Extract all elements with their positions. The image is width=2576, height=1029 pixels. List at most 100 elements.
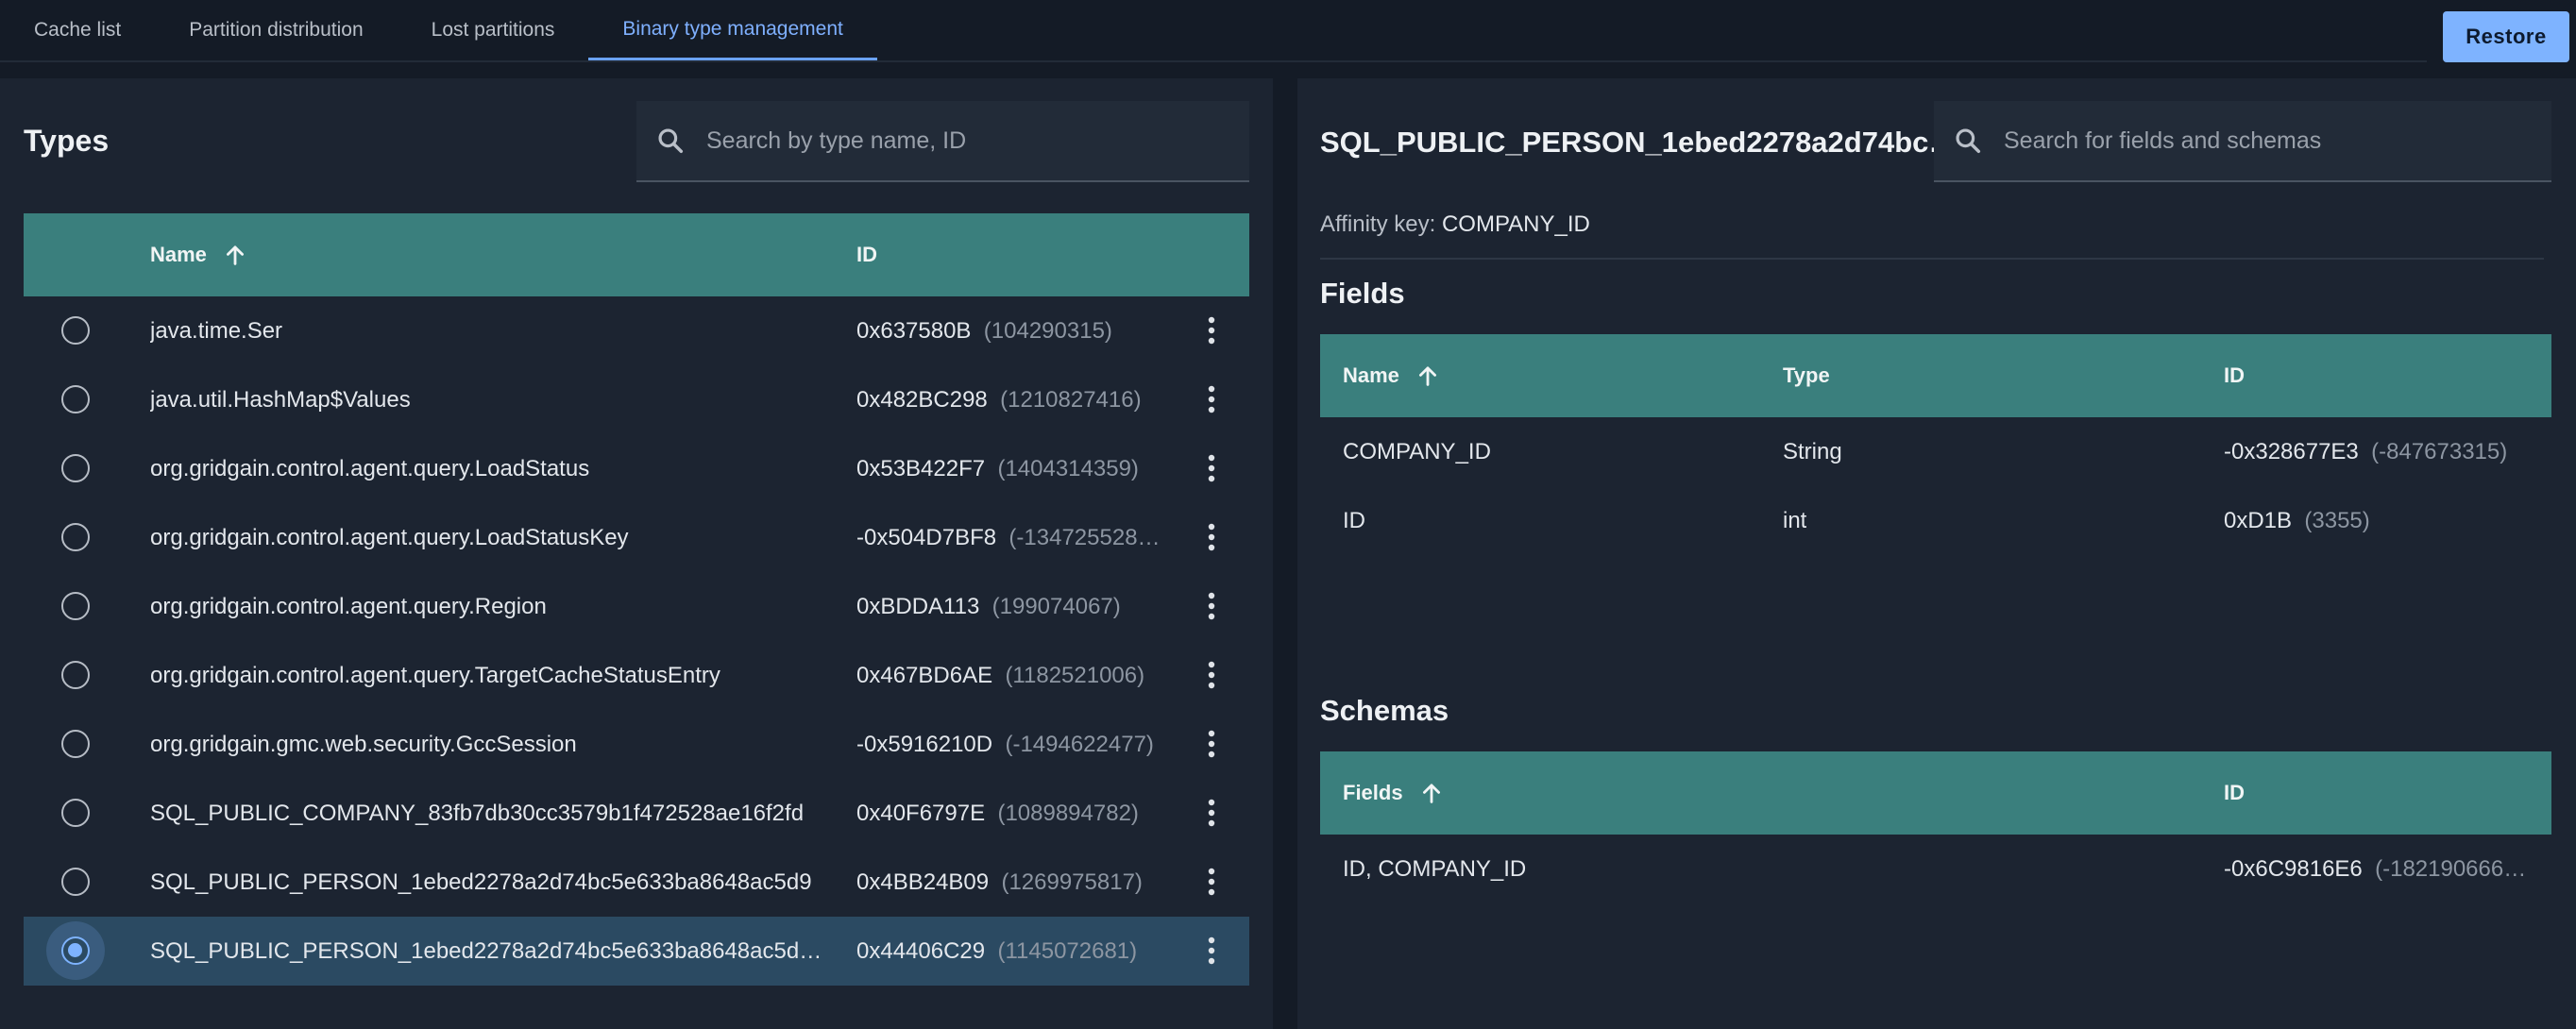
type-select-radio[interactable] <box>61 454 90 482</box>
field-type: String <box>1783 438 1842 464</box>
column-header-id[interactable]: ID <box>856 243 877 267</box>
type-detail-title: SQL_PUBLIC_PERSON_1ebed2278a2d74bc… <box>1320 126 1958 159</box>
column-header-name[interactable]: Name <box>150 242 248 268</box>
type-select-radio[interactable] <box>61 661 90 689</box>
field-row: COMPANY_ID String -0x328677E3 (-84767331… <box>1320 417 2551 486</box>
divider <box>1320 258 2544 260</box>
type-row[interactable]: java.time.Ser 0x637580B (104290315) <box>24 296 1249 365</box>
more-vertical-icon <box>1208 868 1215 896</box>
type-row[interactable]: org.gridgain.control.agent.query.LoadSta… <box>24 503 1249 572</box>
type-name: org.gridgain.control.agent.query.LoadSta… <box>150 524 629 550</box>
type-name: SQL_PUBLIC_PERSON_1ebed2278a2d74bc5e633b… <box>150 937 822 964</box>
field-id: 0xD1B (3355) <box>2224 507 2370 533</box>
field-type: int <box>1783 507 1807 533</box>
type-select-radio[interactable] <box>61 316 90 345</box>
search-icon <box>1956 128 1981 154</box>
type-id: 0x40F6797E (1089894782) <box>856 800 1139 826</box>
field-id: -0x328677E3 (-847673315) <box>2224 438 2508 464</box>
sort-ascending-icon <box>1422 784 1440 803</box>
type-select-radio[interactable] <box>61 868 90 896</box>
schema-fields: ID, COMPANY_ID <box>1343 855 1527 882</box>
row-actions-button[interactable] <box>1197 380 1226 418</box>
types-panel: Types Name ID java.time.Ser 0x637580B (10… <box>0 78 1273 1029</box>
fields-section-title: Fields <box>1320 277 1405 310</box>
type-id: 0x4BB24B09 (1269975817) <box>856 869 1143 895</box>
restore-button[interactable]: Restore <box>2443 11 2569 62</box>
row-actions-button[interactable] <box>1197 932 1226 970</box>
tab-cache-list[interactable]: Cache list <box>0 0 155 60</box>
type-search-input[interactable] <box>706 127 1249 155</box>
type-id: 0x53B422F7 (1404314359) <box>856 455 1139 481</box>
type-select-radio[interactable] <box>61 799 90 827</box>
type-id: 0x637580B (104290315) <box>856 317 1112 344</box>
type-id: 0x44406C29 (1145072681) <box>856 937 1138 964</box>
row-actions-button[interactable] <box>1197 312 1226 349</box>
more-vertical-icon <box>1208 454 1215 482</box>
tab-partition-distribution[interactable]: Partition distribution <box>155 0 397 60</box>
type-row[interactable]: java.util.HashMap$Values 0x482BC298 (1210… <box>24 365 1249 434</box>
type-row[interactable]: SQL_PUBLIC_PERSON_1ebed2278a2d74bc5e633b… <box>24 848 1249 917</box>
type-id: 0xBDDA113 (199074067) <box>856 593 1121 619</box>
type-select-radio[interactable] <box>61 730 90 758</box>
search-icon <box>658 128 684 154</box>
type-select-radio[interactable] <box>61 592 90 620</box>
field-name: ID <box>1343 507 1365 533</box>
affinity-key: Affinity key: COMPANY_ID <box>1320 211 1590 238</box>
types-title: Types <box>24 124 110 158</box>
more-vertical-icon <box>1208 730 1215 758</box>
type-row[interactable]: SQL_PUBLIC_COMPANY_83fb7db30cc3579b1f472… <box>24 779 1249 848</box>
schemas-section-title: Schemas <box>1320 694 1449 727</box>
field-row: ID int 0xD1B (3355) <box>1320 486 2551 555</box>
more-vertical-icon <box>1208 661 1215 689</box>
column-header-field-id[interactable]: ID <box>2224 363 2245 388</box>
type-id: 0x482BC298 (1210827416) <box>856 386 1142 413</box>
row-actions-button[interactable] <box>1197 449 1226 487</box>
schema-id: -0x6C9816E6 (-182190666… <box>2224 855 2527 882</box>
type-search-box <box>636 101 1249 182</box>
type-name: java.time.Ser <box>150 317 283 344</box>
type-id: 0x467BD6AE (1182521006) <box>856 662 1145 688</box>
more-vertical-icon <box>1208 385 1215 413</box>
type-select-radio[interactable] <box>61 936 90 965</box>
tab-lost-partitions[interactable]: Lost partitions <box>398 0 589 60</box>
row-actions-button[interactable] <box>1197 863 1226 901</box>
tab-binary-type-management[interactable]: Binary type management <box>588 0 877 60</box>
type-select-radio[interactable] <box>61 523 90 551</box>
row-actions-button[interactable] <box>1197 725 1226 763</box>
type-id: -0x5916210D (-1494622477) <box>856 731 1154 757</box>
type-name: java.util.HashMap$Values <box>150 386 411 413</box>
schemas-table-header: Fields ID <box>1320 751 2551 835</box>
affinity-key-value: COMPANY_ID <box>1441 211 1590 237</box>
type-select-radio[interactable] <box>61 385 90 413</box>
type-detail-panel: SQL_PUBLIC_PERSON_1ebed2278a2d74bc… Affi… <box>1297 78 2576 1029</box>
type-name: SQL_PUBLIC_COMPANY_83fb7db30cc3579b1f472… <box>150 800 805 826</box>
more-vertical-icon <box>1208 592 1215 620</box>
type-row[interactable]: org.gridgain.control.agent.query.Region 0… <box>24 572 1249 641</box>
more-vertical-icon <box>1208 799 1215 827</box>
tab-bar: Cache list Partition distribution Lost p… <box>0 0 2427 62</box>
type-row[interactable]: org.gridgain.control.agent.query.TargetC… <box>24 641 1249 710</box>
schema-row: ID, COMPANY_ID -0x6C9816E6 (-182190666… <box>1320 835 2551 903</box>
row-actions-button[interactable] <box>1197 587 1226 625</box>
type-row[interactable]: SQL_PUBLIC_PERSON_1ebed2278a2d74bc5e633b… <box>24 917 1249 986</box>
sort-ascending-icon <box>1418 366 1436 386</box>
row-actions-button[interactable] <box>1197 656 1226 694</box>
more-vertical-icon <box>1208 936 1215 965</box>
type-name: org.gridgain.control.agent.query.Region <box>150 593 547 619</box>
type-row[interactable]: org.gridgain.gmc.web.security.GccSession… <box>24 710 1249 779</box>
row-actions-button[interactable] <box>1197 794 1226 832</box>
more-vertical-icon <box>1208 316 1215 345</box>
fields-search-input[interactable] <box>2004 127 2551 155</box>
affinity-key-label: Affinity key: <box>1320 211 1436 237</box>
type-row[interactable]: org.gridgain.control.agent.query.LoadSta… <box>24 434 1249 503</box>
column-header-schema-id[interactable]: ID <box>2224 781 2245 805</box>
sort-ascending-icon <box>226 245 244 265</box>
type-name: SQL_PUBLIC_PERSON_1ebed2278a2d74bc5e633b… <box>150 869 812 895</box>
row-actions-button[interactable] <box>1197 518 1226 556</box>
column-header-field-type[interactable]: Type <box>1783 363 1830 388</box>
column-header-schema-fields[interactable]: Fields <box>1343 780 1445 806</box>
top-bar: Cache list Partition distribution Lost p… <box>0 0 2576 62</box>
fields-search-box <box>1934 101 2551 182</box>
fields-table-header: Name Type ID <box>1320 334 2551 417</box>
column-header-field-name[interactable]: Name <box>1343 363 1441 389</box>
